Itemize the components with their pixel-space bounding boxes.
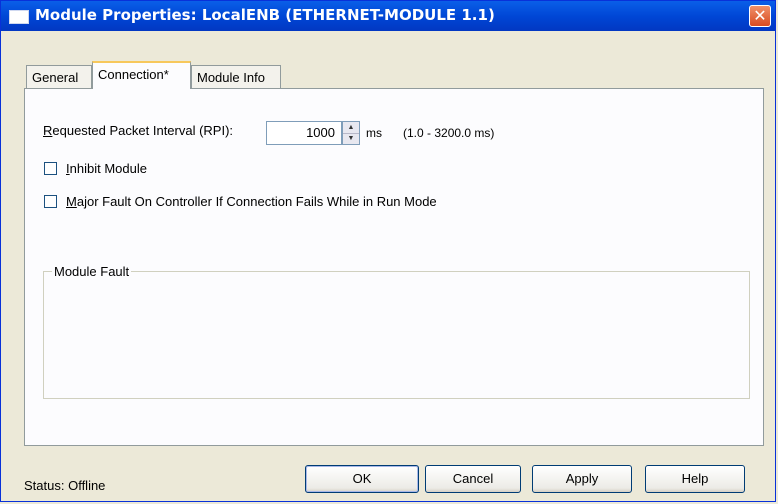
status-text: Status: Offline xyxy=(24,478,106,493)
close-button[interactable]: ✕ xyxy=(749,5,771,27)
rpi-spinner[interactable]: ▲ ▼ xyxy=(342,121,360,145)
rpi-range-label: (1.0 - 3200.0 ms) xyxy=(403,126,495,140)
module-fault-groupbox xyxy=(43,271,750,399)
module-fault-legend: Module Fault xyxy=(52,264,132,279)
rpi-label: Requested Packet Interval (RPI): xyxy=(43,123,233,138)
rpi-input[interactable]: 1000 xyxy=(266,121,342,145)
inhibit-label-text: nhibit Module xyxy=(69,161,147,176)
major-fault-checkbox[interactable] xyxy=(44,195,57,208)
tab-general[interactable]: General xyxy=(26,65,92,88)
rpi-label-accelerator: R xyxy=(43,123,53,138)
cancel-button[interactable]: Cancel xyxy=(425,465,521,493)
tab-general-label: General xyxy=(32,70,79,85)
tab-module-info-label: Module Info xyxy=(197,70,265,85)
major-fault-label-text: ajor Fault On Controller If Connection F… xyxy=(76,194,437,209)
window-icon xyxy=(9,10,29,24)
inhibit-module-checkbox[interactable] xyxy=(44,162,57,175)
help-button[interactable]: Help xyxy=(645,465,745,493)
title-bar[interactable]: Module Properties: LocalENB (ETHERNET-MO… xyxy=(1,1,775,31)
major-fault-accelerator: M xyxy=(66,194,77,209)
inhibit-module-label[interactable]: Inhibit Module xyxy=(66,161,147,176)
rpi-input-value: 1000 xyxy=(306,125,335,140)
close-icon: ✕ xyxy=(753,6,767,25)
ok-button[interactable]: OK xyxy=(305,465,419,493)
spin-down-arrow-icon[interactable]: ▼ xyxy=(343,133,359,144)
major-fault-label[interactable]: Major Fault On Controller If Connection … xyxy=(66,194,437,209)
tab-connection-label: Connection* xyxy=(98,67,169,82)
apply-button[interactable]: Apply xyxy=(532,465,632,493)
window-title: Module Properties: LocalENB (ETHERNET-MO… xyxy=(35,6,495,24)
tab-connection[interactable]: Connection* xyxy=(92,61,191,89)
tab-module-info[interactable]: Module Info xyxy=(191,65,281,88)
rpi-label-text: equested Packet Interval (RPI): xyxy=(52,123,234,138)
rpi-unit-label: ms xyxy=(366,126,382,140)
